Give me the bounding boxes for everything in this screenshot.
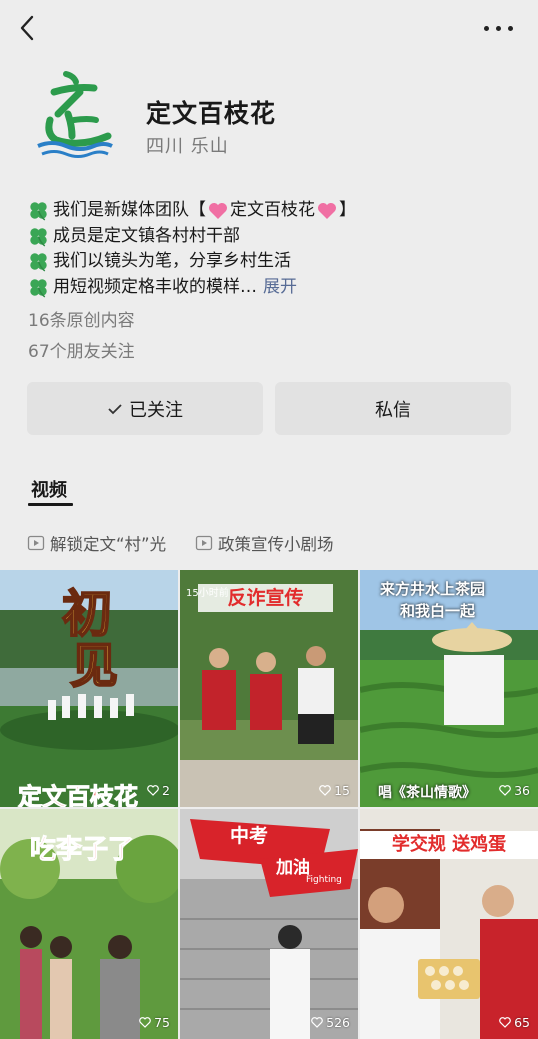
back-arrow-icon[interactable] — [14, 12, 42, 44]
like-count: 15 — [319, 783, 350, 798]
avatar[interactable] — [24, 64, 126, 166]
expand-bio-link[interactable]: 展开 — [263, 275, 297, 301]
video-thumbnail[interactable]: 15小时前 反诈宣传 15 — [180, 570, 358, 807]
original-content-count[interactable]: 16条原创内容 — [28, 306, 135, 331]
video-title: Fighting — [306, 875, 342, 885]
bio-line: 我们是新媒体团队【 定文百枝花 】 — [28, 198, 518, 224]
like-count: 75 — [139, 1015, 170, 1030]
profile-bio: 我们是新媒体团队【 定文百枝花 】 成员是定文镇各村村干部 我们以镜头为笔，分享… — [28, 198, 518, 300]
video-title: 反诈宣传 — [198, 584, 333, 612]
heart-outline-icon — [311, 1017, 323, 1028]
video-collection-icon — [195, 535, 213, 551]
bio-text: 我们是新媒体团队【 — [53, 200, 206, 220]
video-title: 吃李子了 — [29, 835, 135, 866]
collection-policy-theater[interactable]: 政策宣传小剧场 — [195, 531, 334, 555]
bio-text: 成员是定文镇各村村干部 — [53, 225, 240, 246]
video-thumbnail-image — [180, 809, 358, 1039]
bio-text: 用短视频定格丰收的模样… — [53, 276, 257, 297]
heart-outline-icon — [139, 1017, 151, 1028]
like-count-value: 15 — [334, 783, 350, 798]
bio-text: 我们以镜头为笔，分享乡村生活 — [53, 251, 291, 271]
collection-label: 解锁定文“村”光 — [50, 535, 167, 554]
video-title: 见 — [69, 637, 119, 695]
like-count-value: 36 — [514, 783, 530, 798]
heart-icon — [209, 202, 227, 219]
video-title: 中考 — [230, 825, 269, 847]
video-thumbnail[interactable]: 学交规 送鸡蛋 65 — [360, 809, 538, 1039]
clover-icon — [30, 253, 47, 272]
tab-active-indicator — [28, 503, 73, 506]
bio-line: 我们以镜头为笔，分享乡村生活 — [28, 249, 518, 275]
video-caption: 定文百枝花 — [18, 783, 139, 808]
bio-line: 成员是定文镇各村村干部 — [28, 224, 518, 250]
bio-team-name: 定文百枝花 — [230, 200, 315, 220]
clover-icon — [30, 279, 47, 298]
like-count: 2 — [147, 783, 170, 798]
heart-icon — [318, 202, 336, 219]
collection-label: 政策宣传小剧场 — [218, 535, 334, 554]
profile-region: 四川 乐山 — [146, 136, 229, 157]
top-bar — [0, 0, 538, 56]
clover-icon — [30, 228, 47, 247]
like-count-value: 2 — [162, 783, 170, 798]
like-count: 526 — [311, 1015, 350, 1030]
video-caption: 唱《茶山情歌》 — [378, 785, 476, 801]
video-thumbnail[interactable]: 初 见 定文百枝花 2 — [0, 570, 178, 807]
video-title: 加油 — [276, 858, 310, 878]
video-title: 学交规 送鸡蛋 — [360, 831, 538, 859]
like-count-value: 65 — [514, 1015, 530, 1030]
heart-outline-icon — [147, 785, 159, 796]
like-count: 65 — [499, 1015, 530, 1030]
heart-outline-icon — [499, 1017, 511, 1028]
clover-icon — [30, 202, 47, 221]
following-button-label: 已关注 — [129, 399, 183, 421]
video-thumbnail[interactable]: 中考 加油 Fighting 526 — [180, 809, 358, 1039]
collection-unlock-village[interactable]: 解锁定文“村”光 — [27, 531, 166, 555]
friends-follow-count[interactable]: 67个朋友关注 — [28, 337, 135, 362]
video-collection-icon — [27, 535, 45, 551]
video-title: 来方井水上茶园 — [380, 580, 486, 598]
more-options-icon[interactable] — [482, 18, 516, 38]
following-button[interactable]: 已关注 — [27, 382, 263, 435]
like-count-value: 526 — [326, 1015, 350, 1030]
tab-video[interactable]: 视频 — [31, 476, 67, 502]
bio-text: 】 — [339, 200, 356, 220]
message-button[interactable]: 私信 — [275, 382, 511, 435]
profile-name: 定文百枝花 — [146, 99, 277, 128]
message-button-label: 私信 — [375, 399, 411, 421]
video-thumbnail[interactable]: 来方井水上茶园 和我白一起 唱《茶山情歌》 36 — [360, 570, 538, 807]
like-count: 36 — [499, 783, 530, 798]
video-thumbnail[interactable]: 吃李子了 75 — [0, 809, 178, 1039]
heart-outline-icon — [499, 785, 511, 796]
video-title: 和我白一起 — [400, 602, 476, 620]
heart-outline-icon — [319, 785, 331, 796]
video-grid: 初 见 定文百枝花 2 15小时前 反诈宣传 15 — [0, 570, 538, 1039]
checkmark-icon — [108, 403, 122, 414]
bio-line: 用短视频定格丰收的模样… 展开 — [28, 275, 518, 301]
like-count-value: 75 — [154, 1015, 170, 1030]
